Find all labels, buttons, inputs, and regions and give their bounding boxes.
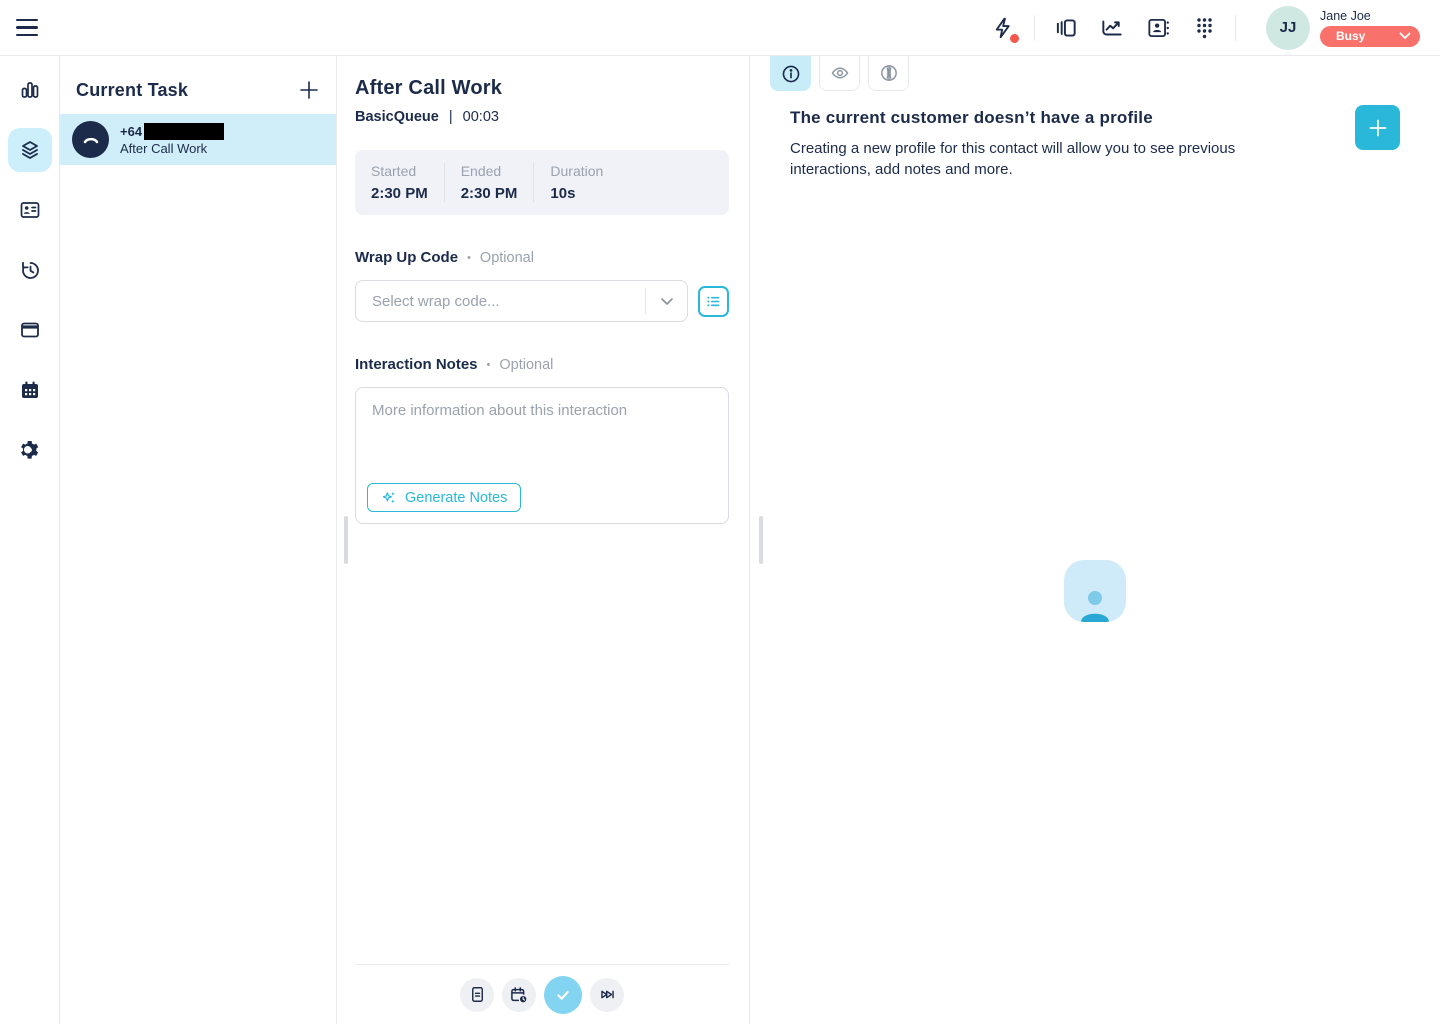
calendar-icon: [18, 378, 42, 402]
user-name: Jane Joe: [1320, 9, 1371, 23]
acw-title: After Call Work: [355, 77, 729, 100]
panel-resize-handle[interactable]: [759, 516, 763, 564]
started-value: 2:30 PM: [371, 185, 428, 202]
interaction-notes-field: Generate Notes: [355, 387, 729, 524]
chevron-down-icon: [1399, 32, 1411, 40]
app-sidebar: [0, 56, 60, 1024]
after-call-work-panel: After Call Work BasicQueue | 00:03 Start…: [337, 56, 750, 1024]
ai-sparkle-icon: [381, 490, 397, 506]
bullet: •: [487, 359, 491, 371]
settings-gear-icon: [18, 438, 42, 462]
interaction-notes-label: Interaction Notes: [355, 356, 478, 373]
tab-preview[interactable]: [819, 56, 860, 91]
document-icon: [468, 985, 487, 1004]
no-profile-description: Creating a new profile for this contact …: [790, 138, 1260, 180]
top-bar: JJ Jane Joe Busy: [0, 0, 1440, 56]
wrap-up-code-label: Wrap Up Code: [355, 249, 458, 266]
sidebar-item-metrics[interactable]: [8, 68, 52, 112]
chevron-down-icon: [645, 288, 687, 314]
separator: |: [449, 109, 453, 125]
browser-window-icon: [18, 318, 42, 342]
create-profile-button[interactable]: [1355, 105, 1400, 150]
user-block: Jane Joe Busy: [1320, 9, 1420, 47]
info-icon: [780, 63, 802, 85]
wrap-code-placeholder: Select wrap code...: [356, 293, 645, 310]
sidebar-item-calendar[interactable]: [8, 368, 52, 412]
customer-profile-panel: The current customer doesn’t have a prof…: [750, 56, 1440, 1024]
duration-value: 10s: [550, 185, 603, 202]
plus-icon: [1367, 117, 1389, 139]
contact-card-icon: [18, 198, 42, 222]
status-label: Busy: [1336, 29, 1365, 43]
bulleted-list-icon: [705, 293, 722, 310]
person-placeholder-icon: [1064, 560, 1126, 622]
number-pad-icon[interactable]: [1189, 13, 1219, 43]
bullet: •: [467, 252, 471, 264]
notes-optional-label: Optional: [499, 357, 553, 373]
queue-timer-line: BasicQueue | 00:03: [355, 109, 729, 125]
task-layers-icon: [18, 138, 42, 162]
notes-document-button[interactable]: [460, 978, 494, 1012]
started-label: Started: [371, 163, 428, 179]
tab-insights[interactable]: [868, 56, 909, 91]
call-summary-card: Started 2:30 PM Ended 2:30 PM Duration 1…: [355, 150, 729, 215]
wrap-code-list-button[interactable]: [698, 286, 729, 317]
quick-connects-icon[interactable]: [988, 13, 1018, 43]
schedule-callback-button[interactable]: [502, 978, 536, 1012]
queue-name: BasicQueue: [355, 109, 439, 125]
sidebar-item-browser[interactable]: [8, 308, 52, 352]
calendar-clock-icon: [509, 985, 529, 1005]
checkmark-icon: [553, 985, 573, 1005]
topbar-actions: JJ Jane Joe Busy: [988, 6, 1420, 50]
generate-notes-label: Generate Notes: [405, 490, 507, 506]
task-phone-prefix: +64: [120, 124, 142, 139]
phone-call-icon: [72, 121, 109, 158]
duration-label: Duration: [550, 163, 603, 179]
tab-info[interactable]: [770, 56, 811, 91]
skip-forward-icon: [598, 985, 617, 1004]
generate-notes-button[interactable]: Generate Notes: [367, 483, 521, 512]
skip-button[interactable]: [590, 978, 624, 1012]
split-circle-icon: [878, 62, 900, 84]
redacted-phone-number: [144, 123, 224, 140]
add-task-button[interactable]: [297, 78, 321, 102]
acw-action-bar: [355, 964, 729, 1024]
panel-resize-handle[interactable]: [344, 516, 348, 564]
panels-layout-icon[interactable]: [1051, 13, 1081, 43]
profile-tabs: [750, 56, 1440, 91]
no-profile-title: The current customer doesn’t have a prof…: [790, 108, 1270, 128]
task-list-item[interactable]: +64 After Call Work: [60, 114, 336, 165]
sidebar-item-settings[interactable]: [8, 428, 52, 472]
hamburger-menu-icon[interactable]: [16, 14, 44, 42]
directory-icon[interactable]: [1143, 13, 1173, 43]
task-stage-label: After Call Work: [120, 141, 224, 156]
acw-timer: 00:03: [463, 109, 499, 125]
wrap-code-select[interactable]: Select wrap code...: [355, 280, 688, 322]
bar-chart-icon: [18, 78, 42, 102]
status-dropdown-button[interactable]: Busy: [1320, 26, 1420, 47]
wrap-optional-label: Optional: [480, 250, 534, 266]
current-task-title: Current Task: [76, 80, 188, 101]
divider: [1034, 15, 1035, 41]
complete-task-button[interactable]: [544, 976, 582, 1014]
current-task-panel: Current Task +64 After Call Work: [60, 56, 337, 1024]
sidebar-item-tasks[interactable]: [8, 128, 52, 172]
notification-dot: [1010, 34, 1019, 43]
sidebar-item-history[interactable]: [8, 248, 52, 292]
interaction-notes-input[interactable]: [356, 388, 728, 463]
ended-value: 2:30 PM: [461, 185, 518, 202]
history-icon: [18, 258, 42, 282]
metrics-chart-icon[interactable]: [1097, 13, 1127, 43]
user-avatar[interactable]: JJ: [1266, 6, 1310, 50]
ended-label: Ended: [461, 163, 518, 179]
eye-icon: [829, 62, 851, 84]
plus-icon: [298, 79, 320, 101]
sidebar-item-contacts[interactable]: [8, 188, 52, 232]
divider: [1235, 15, 1236, 41]
